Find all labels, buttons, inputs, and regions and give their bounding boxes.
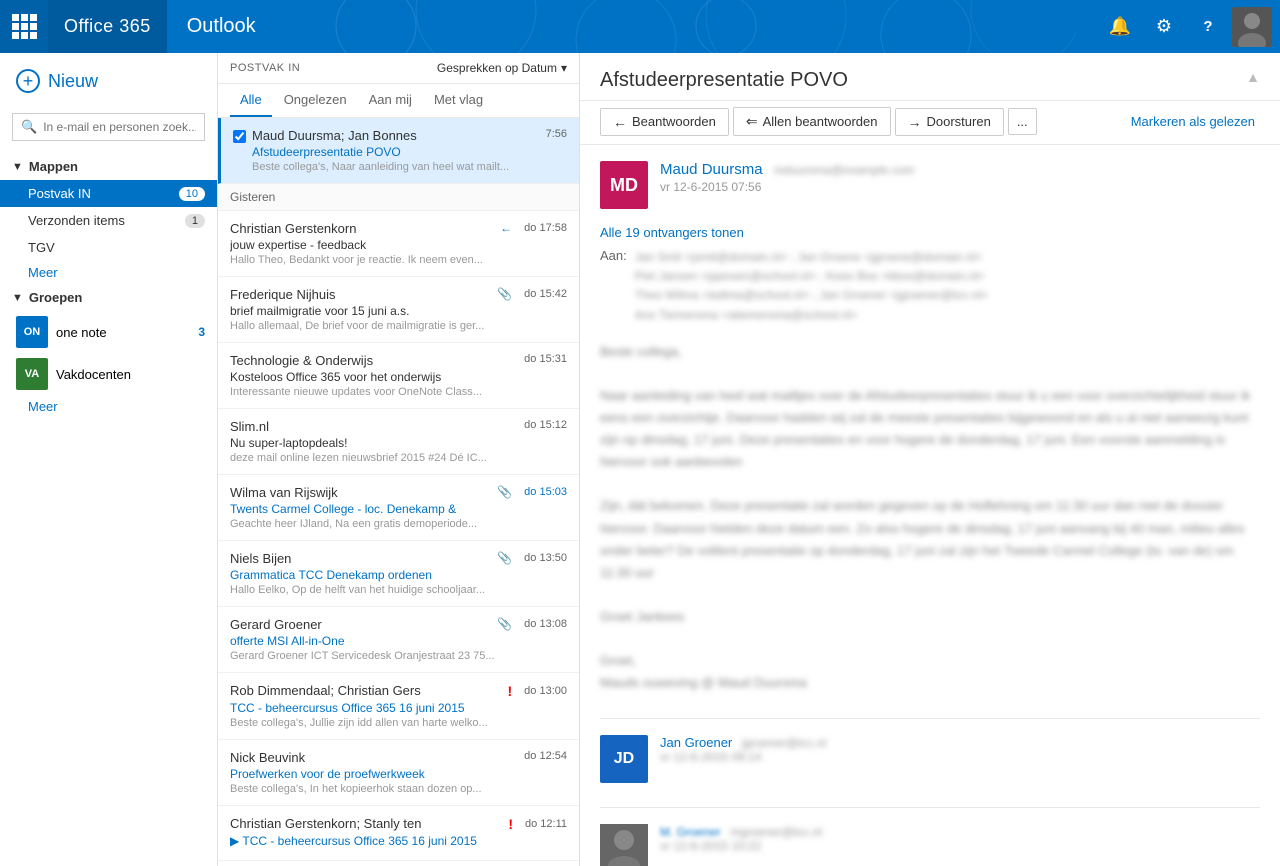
notification-button[interactable]: 🔔 [1100, 7, 1140, 47]
filter-tab-unread[interactable]: Ongelezen [274, 84, 357, 117]
help-button[interactable]: ? [1188, 7, 1228, 47]
forward-icon: → [908, 114, 922, 130]
search-input[interactable] [43, 120, 196, 134]
reply-section-2: M. Groener mgroener@tcc.nl vr 12-6-2015 … [600, 807, 1260, 866]
attachment-icon: 📎 [497, 287, 512, 301]
more-actions-button[interactable]: ... [1008, 108, 1037, 135]
flag-icon: ! [508, 683, 513, 699]
folders-section-header[interactable]: ▼ Mappen [0, 153, 217, 180]
grid-menu-button[interactable] [0, 0, 48, 53]
reply-all-button[interactable]: ⇐ Allen beantwoorden [733, 107, 891, 136]
group-item-onenote[interactable]: ON one note 3 [0, 311, 217, 353]
to-content: Jan Smit <jsmit@domain.nl> ; Jan Groene … [635, 248, 988, 325]
show-recipients-link[interactable]: Alle 19 ontvangers tonen [600, 225, 1260, 240]
email-list-header: POSTVAK IN Gesprekken op Datum ▾ [218, 53, 579, 84]
group-vakdocenten-badge: VA [16, 358, 48, 390]
groups-more-link[interactable]: Meer [0, 395, 217, 418]
list-item[interactable]: Nick Beuvink do 12:54 Proefwerken voor d… [218, 740, 579, 806]
reply-all-icon: ⇐ [746, 113, 758, 130]
reply-avatar-1: JD [600, 735, 648, 783]
top-nav-actions: 🔔 ⚙ ? [1100, 7, 1280, 47]
app-label: Outlook [167, 15, 276, 38]
folders-more-link[interactable]: Meer [0, 261, 217, 284]
detail-subject: Afstudeerpresentatie POVO [600, 69, 848, 92]
list-item[interactable]: Slim.nl do 15:12 Nu super-laptopdeals! d… [218, 409, 579, 475]
sidebar-item-inbox[interactable]: Postvak IN 10 [0, 180, 217, 207]
list-item[interactable]: Wilma van Rijswijk 📎 do 15:03 Twents Car… [218, 475, 579, 541]
attachment-icon: 📎 [497, 485, 512, 499]
brand-label[interactable]: Office 365 [48, 0, 167, 53]
forward-button[interactable]: → Doorsturen [895, 108, 1004, 136]
folders-chevron-icon: ▼ [12, 161, 23, 173]
group-onenote-badge: ON [16, 316, 48, 348]
email-list-pane: POSTVAK IN Gesprekken op Datum ▾ Alle On… [218, 53, 580, 866]
from-info: Maud Duursma mduursma@example.com vr 12-… [660, 161, 1260, 194]
detail-header: Afstudeerpresentatie POVO ▲ [580, 53, 1280, 101]
email-detail-pane: Afstudeerpresentatie POVO ▲ ← Beantwoord… [580, 53, 1280, 866]
new-email-button[interactable]: + Nieuw [16, 65, 201, 97]
groups-chevron-icon: ▼ [12, 292, 23, 304]
to-row: Aan: Jan Smit <jsmit@domain.nl> ; Jan Gr… [600, 248, 1260, 325]
sort-chevron-icon: ▾ [561, 61, 567, 75]
list-item[interactable]: Niels Bijen 📎 do 13:50 Grammatica TCC De… [218, 541, 579, 607]
email-from-row: MD Maud Duursma mduursma@example.com vr … [600, 161, 1260, 209]
flag-icon: ! [508, 816, 513, 832]
sidebar: + Nieuw 🔍 ▼ Mappen Postvak IN 10 Verzond… [0, 53, 218, 866]
decorative-circles [276, 0, 1100, 53]
list-item[interactable]: Christian Gerstenkorn ← do 17:58 jouw ex… [218, 211, 579, 277]
list-item[interactable]: Gerard Groener 📎 do 13:08 offerte MSI Al… [218, 607, 579, 673]
reply-icon: ← [500, 221, 512, 235]
list-item[interactable]: Frederique Nijhuis 📎 do 15:42 brief mail… [218, 277, 579, 343]
filter-tab-flagged[interactable]: Met vlag [424, 84, 493, 117]
list-item[interactable]: Christian Gerstenkorn; Stanly ten ! do 1… [218, 806, 579, 861]
reply-from-row-2: M. Groener mgroener@tcc.nl vr 12-6-2015 … [600, 824, 1260, 866]
sort-control[interactable]: Gesprekken op Datum ▾ [437, 61, 567, 75]
email-checkbox[interactable] [233, 130, 246, 143]
group-item-vakdocenten[interactable]: VA Vakdocenten [0, 353, 217, 395]
email-subject-arrow: ▶ TCC - beheercursus Office 365 16 juni … [230, 834, 567, 848]
email-body: MD Maud Duursma mduursma@example.com vr … [580, 145, 1280, 866]
attachment-icon: 📎 [497, 551, 512, 565]
from-name: Maud Duursma [660, 161, 763, 178]
reply-button[interactable]: ← Beantwoorden [600, 108, 729, 136]
filter-tab-tome[interactable]: Aan mij [359, 84, 422, 117]
reply-avatar-2 [600, 824, 648, 866]
search-icon: 🔍 [21, 119, 37, 135]
search-box[interactable]: 🔍 [12, 113, 205, 141]
list-item[interactable]: Rob Dimmendaal; Christian Gers ! do 13:0… [218, 673, 579, 740]
main-layout: + Nieuw 🔍 ▼ Mappen Postvak IN 10 Verzond… [0, 53, 1280, 866]
mark-read-button[interactable]: Markeren als gelezen [1126, 109, 1260, 134]
avatar-image [1232, 7, 1272, 47]
settings-button[interactable]: ⚙ [1144, 7, 1184, 47]
reply-icon: ← [613, 114, 627, 130]
reply-info-2: M. Groener mgroener@tcc.nl vr 12-6-2015 … [660, 824, 822, 853]
email-filter-tabs: Alle Ongelezen Aan mij Met vlag [218, 84, 579, 118]
email-body-content: Beste collega, Naar aanleiding van heel … [600, 341, 1260, 695]
grid-icon [12, 14, 37, 39]
attachment-icon: 📎 [497, 617, 512, 631]
top-nav: Office 365 Outlook 🔔 ⚙ ? [0, 0, 1280, 53]
new-circle-icon: + [16, 69, 40, 93]
scroll-chevrons: ▲ [1246, 69, 1260, 85]
email-actions-row: ← Beantwoorden ⇐ Allen beantwoorden → Do… [580, 101, 1280, 145]
sender-avatar: MD [600, 161, 648, 209]
sidebar-item-sent[interactable]: Verzonden items 1 [0, 207, 217, 234]
from-date: vr 12-6-2015 07:56 [660, 180, 1260, 194]
reply-section-1: JD Jan Groener jgroener@tcc.nl vr 12-6-2… [600, 718, 1260, 783]
user-avatar-button[interactable] [1232, 7, 1272, 47]
list-item[interactable]: Maud Duursma; Jan Bonnes 7:56 Afstudeerp… [218, 118, 579, 184]
sidebar-item-tgv[interactable]: TGV [0, 234, 217, 261]
filter-tab-all[interactable]: Alle [230, 84, 272, 117]
reply-info-1: Jan Groener jgroener@tcc.nl vr 12-6-2015… [660, 735, 826, 764]
reply-from-row: JD Jan Groener jgroener@tcc.nl vr 12-6-2… [600, 735, 1260, 783]
groups-section-header[interactable]: ▼ Groepen [0, 284, 217, 311]
date-separator: Gisteren [218, 184, 579, 211]
email-list: Maud Duursma; Jan Bonnes 7:56 Afstudeerp… [218, 118, 579, 866]
from-email: mduursma@example.com [774, 163, 914, 177]
list-item[interactable]: Technologie & Onderwijs do 15:31 Kostelo… [218, 343, 579, 409]
